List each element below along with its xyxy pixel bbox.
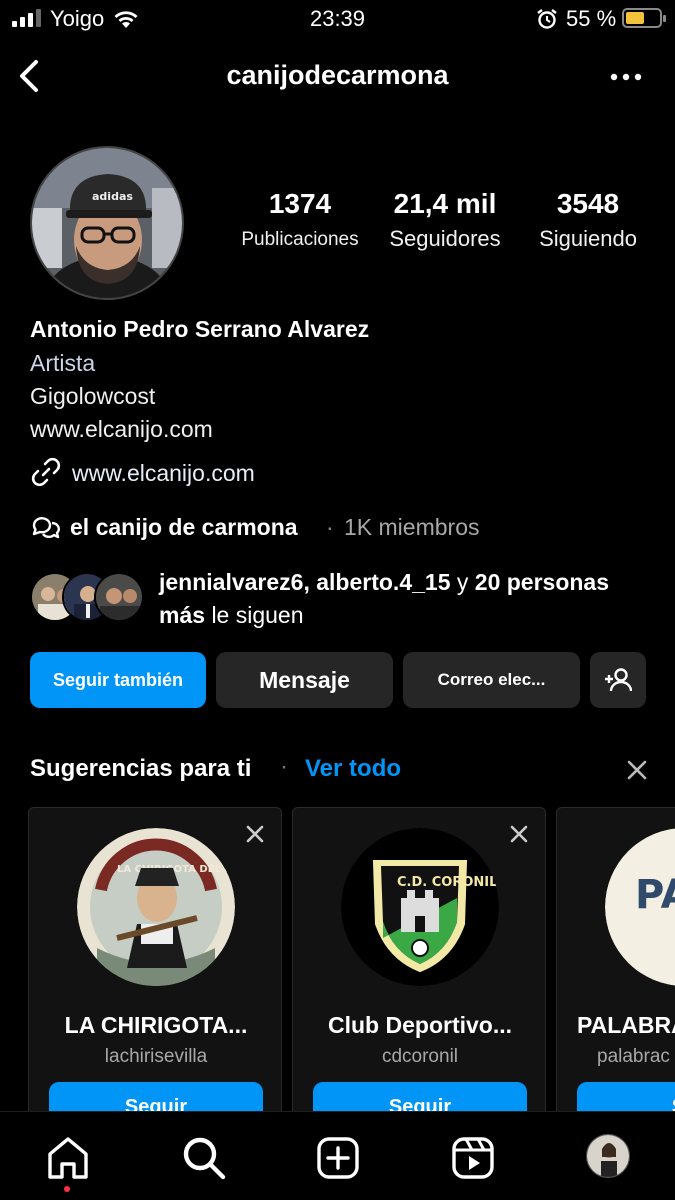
suggestion-avatar: LA CHIRIGOTA DEL BARRANCO bbox=[77, 828, 235, 986]
chirigota-logo: LA CHIRIGOTA DEL BARRANCO bbox=[77, 828, 235, 986]
posts-count: 1374 bbox=[268, 188, 332, 219]
search-icon[interactable] bbox=[180, 1134, 228, 1182]
community-name: el canijo de carmona bbox=[70, 514, 298, 540]
suggestion-username: lachirisevilla bbox=[104, 1046, 208, 1067]
suggestion-name: PALABRA bbox=[577, 1012, 675, 1038]
suggestion-card[interactable]: C.D. CORONIL Club Deportivo... cdcoronil… bbox=[292, 807, 546, 1111]
suggest-users-button[interactable] bbox=[590, 652, 646, 708]
mutual-avatar bbox=[94, 572, 144, 622]
message-button[interactable]: Mensaje bbox=[216, 652, 393, 708]
suggestions-header: Sugerencias para ti · Ver todo bbox=[30, 753, 650, 787]
following-count: 3548 bbox=[556, 188, 620, 219]
link-icon bbox=[31, 457, 61, 487]
more-options-icon[interactable] bbox=[606, 62, 646, 92]
bottom-tab-bar bbox=[0, 1111, 675, 1200]
home-icon[interactable] bbox=[44, 1134, 92, 1182]
status-bar: Yoigo 23:39 55 % bbox=[0, 0, 675, 40]
bio-line: Gigolowcost bbox=[30, 383, 156, 409]
follow-back-button[interactable]: Seguir también bbox=[30, 652, 206, 708]
svg-text:adidas: adidas bbox=[92, 190, 133, 203]
close-suggestions-icon[interactable] bbox=[626, 759, 648, 781]
profile-header: canijodecarmona bbox=[0, 48, 675, 104]
see-all-link[interactable]: Ver todo bbox=[305, 755, 401, 783]
mutual-followers-text: jennialvarez6, alberto.4_15 y 20 persona… bbox=[159, 566, 629, 632]
logo-text: PALA de c bbox=[635, 872, 675, 918]
email-button[interactable]: Correo elec... bbox=[403, 652, 580, 708]
logo-text: C.D. CORONIL bbox=[397, 875, 497, 890]
community-row[interactable]: el canijo de carmona · 1K miembros bbox=[30, 511, 650, 545]
home-notification-dot bbox=[64, 1186, 70, 1192]
battery-icon bbox=[622, 8, 666, 28]
dismiss-icon[interactable] bbox=[509, 824, 529, 844]
dismiss-icon[interactable] bbox=[245, 824, 265, 844]
profile-bio: Antonio Pedro Serrano Alvarez Artista Gi… bbox=[30, 316, 650, 449]
follow-suggestion-button[interactable]: Seguir bbox=[313, 1082, 527, 1111]
follow-suggestion-button[interactable]: Seguir bbox=[49, 1082, 263, 1111]
suggestion-card[interactable]: PALA de c PALABRA palabrac Se bbox=[556, 807, 675, 1111]
profile-full-name: Antonio Pedro Serrano Alvarez bbox=[30, 316, 370, 342]
followers-label: Seguidores bbox=[389, 226, 501, 251]
suggestion-avatar: PALA de c bbox=[605, 828, 675, 986]
mutual-suffix: le siguen bbox=[211, 602, 304, 628]
cd-coronil-logo: C.D. CORONIL bbox=[341, 828, 499, 986]
followers-stat[interactable]: 21,4 mil Seguidores bbox=[376, 188, 514, 252]
follow-suggestion-button[interactable]: Se bbox=[577, 1082, 675, 1111]
create-icon[interactable] bbox=[314, 1134, 362, 1182]
profile-tab-avatar[interactable] bbox=[586, 1134, 630, 1178]
community-chat-icon bbox=[32, 517, 60, 539]
separator-dot: · bbox=[326, 514, 334, 540]
posts-stat[interactable]: 1374 Publicaciones bbox=[230, 188, 370, 251]
suggestions-carousel[interactable]: LA CHIRIGOTA DEL BARRANCO LA CHIRIGOTA..… bbox=[28, 807, 675, 1111]
suggestion-name: LA CHIRIGOTA... bbox=[64, 1012, 248, 1038]
following-label: Siguiendo bbox=[539, 226, 637, 251]
community-members: 1K miembros bbox=[344, 514, 480, 540]
profile-actions: Seguir también Mensaje Correo elec... bbox=[30, 652, 650, 708]
separator-dot: · bbox=[280, 753, 288, 780]
profile-category: Artista bbox=[30, 350, 96, 376]
mutual-followers[interactable]: jennialvarez6, alberto.4_15 y 20 persona… bbox=[30, 566, 650, 632]
mutual-connector: y bbox=[456, 569, 469, 595]
followers-count: 21,4 mil bbox=[393, 188, 497, 219]
suggestion-avatar: C.D. CORONIL bbox=[341, 828, 499, 986]
add-person-icon bbox=[605, 668, 633, 692]
mutual-avatars bbox=[30, 572, 144, 622]
profile-photo: adidas bbox=[32, 148, 182, 298]
suggestion-card[interactable]: LA CHIRIGOTA DEL BARRANCO LA CHIRIGOTA..… bbox=[28, 807, 282, 1111]
posts-label: Publicaciones bbox=[241, 229, 359, 250]
palabra-logo: PALA de c bbox=[605, 828, 675, 986]
reels-icon[interactable] bbox=[449, 1134, 497, 1182]
following-stat[interactable]: 3548 Siguiendo bbox=[520, 188, 656, 252]
suggestion-username: palabrac bbox=[597, 1046, 670, 1067]
alarm-icon bbox=[537, 9, 557, 29]
suggestion-name: Club Deportivo... bbox=[328, 1012, 512, 1038]
profile-username-title: canijodecarmona bbox=[226, 60, 449, 90]
profile-link[interactable]: www.elcanijo.com bbox=[30, 456, 650, 490]
profile-link-text[interactable]: www.elcanijo.com bbox=[72, 460, 255, 487]
logo-text: LA CHIRIGOTA DEL BARRANCO bbox=[117, 864, 235, 875]
mutual-names: jennialvarez6, alberto.4_15 bbox=[159, 569, 451, 595]
battery-percent: 55 % bbox=[566, 6, 617, 31]
suggestions-title: Sugerencias para ti bbox=[30, 755, 252, 782]
suggestion-username: cdcoronil bbox=[381, 1046, 459, 1067]
profile-avatar[interactable]: adidas bbox=[30, 146, 184, 300]
bio-line: www.elcanijo.com bbox=[30, 416, 213, 442]
